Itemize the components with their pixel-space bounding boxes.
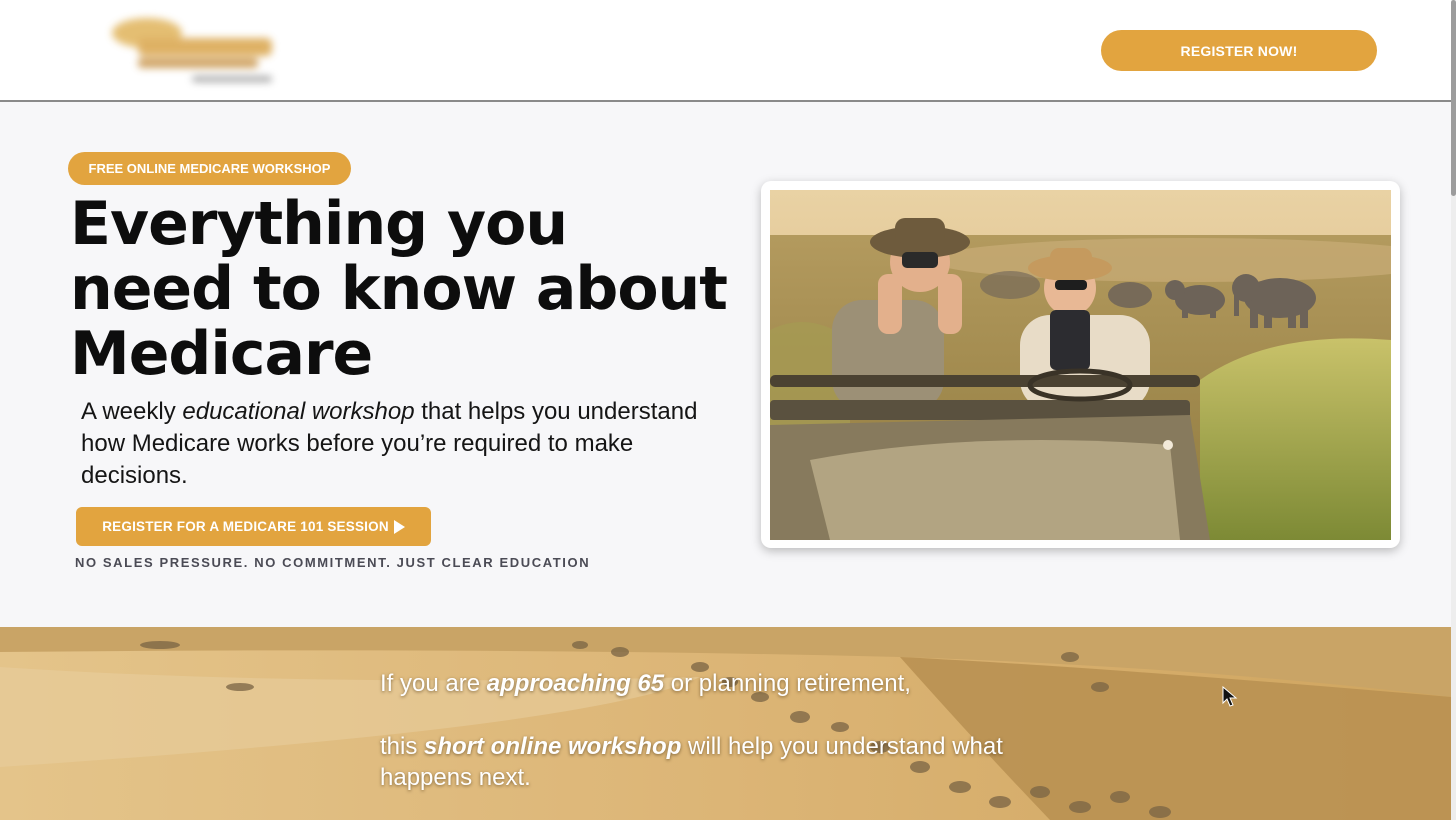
headline-line-2: need to know about bbox=[70, 254, 728, 324]
register-session-button[interactable]: REGISTER FOR A MEDICARE 101 SESSION bbox=[76, 507, 431, 546]
workshop-badge: FREE ONLINE MEDICARE WORKSHOP bbox=[68, 152, 351, 185]
headline-line-3: Medicare bbox=[70, 319, 373, 389]
page-scrollbar[interactable] bbox=[1451, 0, 1456, 820]
reassurance-note: NO SALES PRESSURE. NO COMMITMENT. JUST C… bbox=[75, 555, 591, 570]
register-session-label: REGISTER FOR A MEDICARE 101 SESSION bbox=[102, 519, 389, 534]
banner-line-1-b: or planning retirement, bbox=[664, 670, 911, 697]
hero-subtext: A weekly educational workshop that helps… bbox=[81, 396, 741, 492]
register-now-button[interactable]: REGISTER NOW! bbox=[1101, 30, 1377, 71]
banner-line-2-emphasis: short online workshop bbox=[424, 733, 682, 760]
play-icon bbox=[393, 519, 405, 534]
banner-line-2: this short online workshop will help you… bbox=[380, 731, 1080, 793]
banner-line-1: If you are approaching 65 or planning re… bbox=[380, 668, 1080, 699]
site-logo[interactable] bbox=[108, 12, 278, 90]
subtext-emphasis: educational workshop bbox=[182, 398, 415, 425]
headline-line-1: Everything you bbox=[70, 189, 568, 259]
banner-line-2-a: this bbox=[380, 733, 425, 760]
mouse-pointer-icon bbox=[1222, 686, 1238, 707]
banner-line-1-a: If you are bbox=[380, 670, 487, 697]
subtext-part-1: A weekly bbox=[81, 398, 183, 425]
scrollbar-thumb[interactable] bbox=[1451, 0, 1456, 196]
banner-line-1-emphasis: approaching 65 bbox=[486, 670, 665, 697]
hero-headline: Everything you need to know about Medica… bbox=[70, 192, 770, 387]
banner-message: If you are approaching 65 or planning re… bbox=[380, 668, 1080, 793]
site-header: REGISTER NOW! bbox=[0, 0, 1451, 102]
safari-photo bbox=[770, 190, 1391, 540]
hero-photo-card bbox=[761, 181, 1400, 548]
